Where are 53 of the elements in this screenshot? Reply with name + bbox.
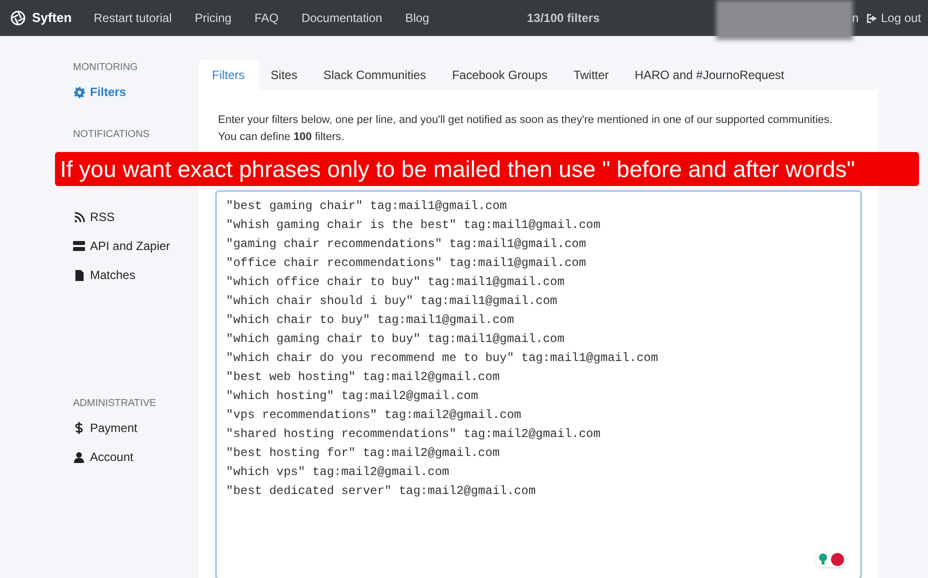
partial-text: n (852, 10, 859, 27)
tab[interactable]: HARO and #JournoRequest (622, 60, 798, 90)
user-icon (73, 452, 85, 462)
spellcheck-icon (831, 553, 844, 566)
brand-link[interactable]: Syften (10, 8, 72, 28)
filter-line: "vps recommendations" tag:mail2@gmail.com (226, 407, 522, 424)
filter-line: "which chair do you recommend me to buy" tag:mail1@gmail.com (226, 350, 660, 367)
dollar-icon (73, 422, 85, 434)
intro-text: Enter your filters below, one per line, and you'll get notified as soon as they're mentioned in one of our supported communities. You can define 100 filters. (218, 113, 834, 145)
aperture-icon (10, 10, 26, 26)
filter-line: "best gaming chair" tag:mail1@gmail.com (226, 198, 508, 215)
sidebar-item[interactable]: API and Zapier (73, 237, 193, 255)
filter-line: "gaming chair recommendations" tag:mail1@gmail.com (226, 236, 588, 253)
server-icon (73, 241, 85, 251)
tab[interactable]: Filters (199, 60, 258, 90)
notice-banner: If you want exact phrases only to be mailed then use " before and after words" (55, 152, 919, 186)
section-heading: MONITORING (73, 61, 139, 75)
bulb-icon (817, 553, 829, 565)
sidebar-item[interactable]: Matches (73, 266, 193, 284)
file-icon (73, 270, 85, 280)
rss-icon (73, 212, 85, 222)
filter-line: "best hosting for" tag:mail2@gmail.com (226, 445, 501, 462)
sidebar-item[interactable]: Filters (73, 83, 193, 101)
filter-line: "whish gaming chair is the best" tag:mail1@gmail.com (226, 217, 602, 234)
sign-out-icon (866, 12, 878, 24)
gear-icon (73, 86, 85, 98)
filter-counter: 13/100 filters (527, 10, 600, 27)
sidebar-item[interactable]: Payment (73, 419, 193, 437)
filter-line: "which chair to buy" tag:mail1@gmail.com (226, 312, 516, 329)
tab[interactable]: Sites (258, 60, 310, 90)
filter-line: "which office chair to buy" tag:mail1@gmail.com (226, 274, 566, 291)
nav-link[interactable]: Documentation (301, 9, 382, 27)
logout-link[interactable]: Log out (866, 9, 922, 27)
filter-line: "which gaming chair to buy" tag:mail1@gmail.com (226, 331, 566, 348)
filter-line: "shared hosting recommendations" tag:mail2@gmail.com (226, 426, 602, 443)
filter-line: "office chair recommendations" tag:mail1@gmail.com (226, 255, 588, 272)
filters-textarea[interactable] (215, 190, 862, 578)
nav-link[interactable]: Blog (405, 9, 430, 27)
filter-line: "best dedicated server" tag:mail2@gmail.com (226, 483, 537, 500)
filter-line: "best web hosting" tag:mail2@gmail.com (226, 369, 501, 386)
section-heading: ADMINISTRATIVE (73, 397, 158, 411)
section-heading: NOTIFICATIONS (73, 128, 150, 142)
tab[interactable]: Twitter (560, 60, 622, 90)
sidebar-item[interactable]: RSS (73, 208, 193, 226)
tab[interactable]: Facebook Groups (439, 60, 560, 90)
filter-line: "which hosting" tag:mail2@gmail.com (226, 388, 480, 405)
sidebar-item[interactable]: Account (73, 448, 193, 466)
filter-line: "which vps" tag:mail2@gmail.com (226, 464, 450, 481)
filter-line: "which chair should i buy" tag:mail1@gmail.com (226, 293, 558, 310)
nav-link[interactable]: Restart tutorial (94, 9, 172, 27)
tab[interactable]: Slack Communities (310, 60, 440, 90)
nav-link[interactable]: Pricing (194, 9, 232, 27)
nav-link[interactable]: FAQ (254, 9, 278, 27)
